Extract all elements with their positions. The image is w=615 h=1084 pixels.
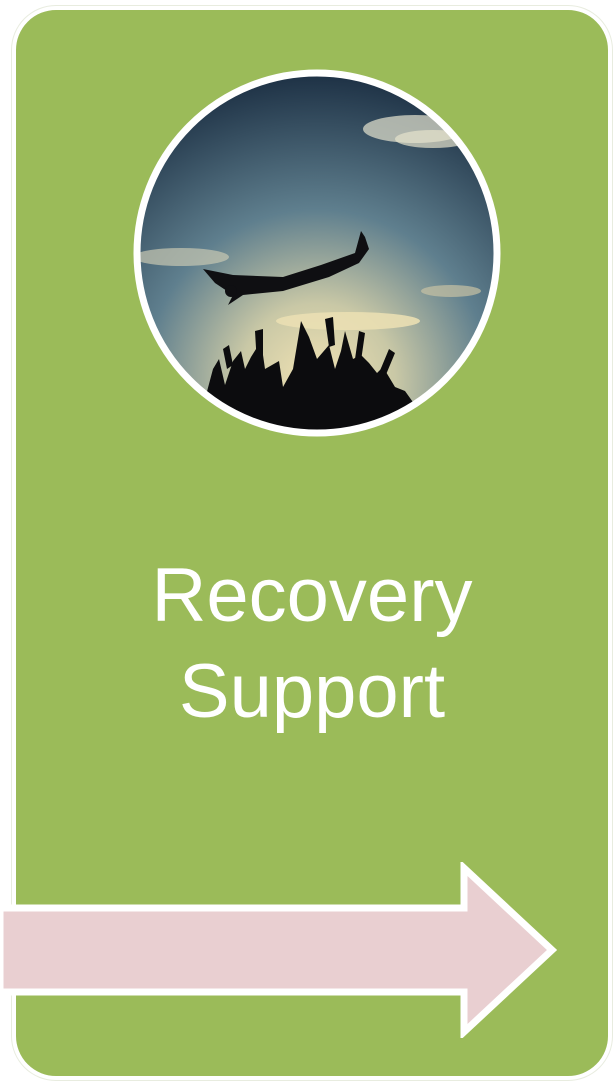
crowd-surfing-photo [133, 69, 501, 437]
title-line-1: Recovery [151, 553, 473, 638]
title-line-2: Support [178, 649, 446, 734]
right-arrow-icon[interactable] [0, 862, 560, 1038]
card-title: Recovery Support [12, 548, 612, 740]
page: Recovery Support [0, 0, 615, 1084]
